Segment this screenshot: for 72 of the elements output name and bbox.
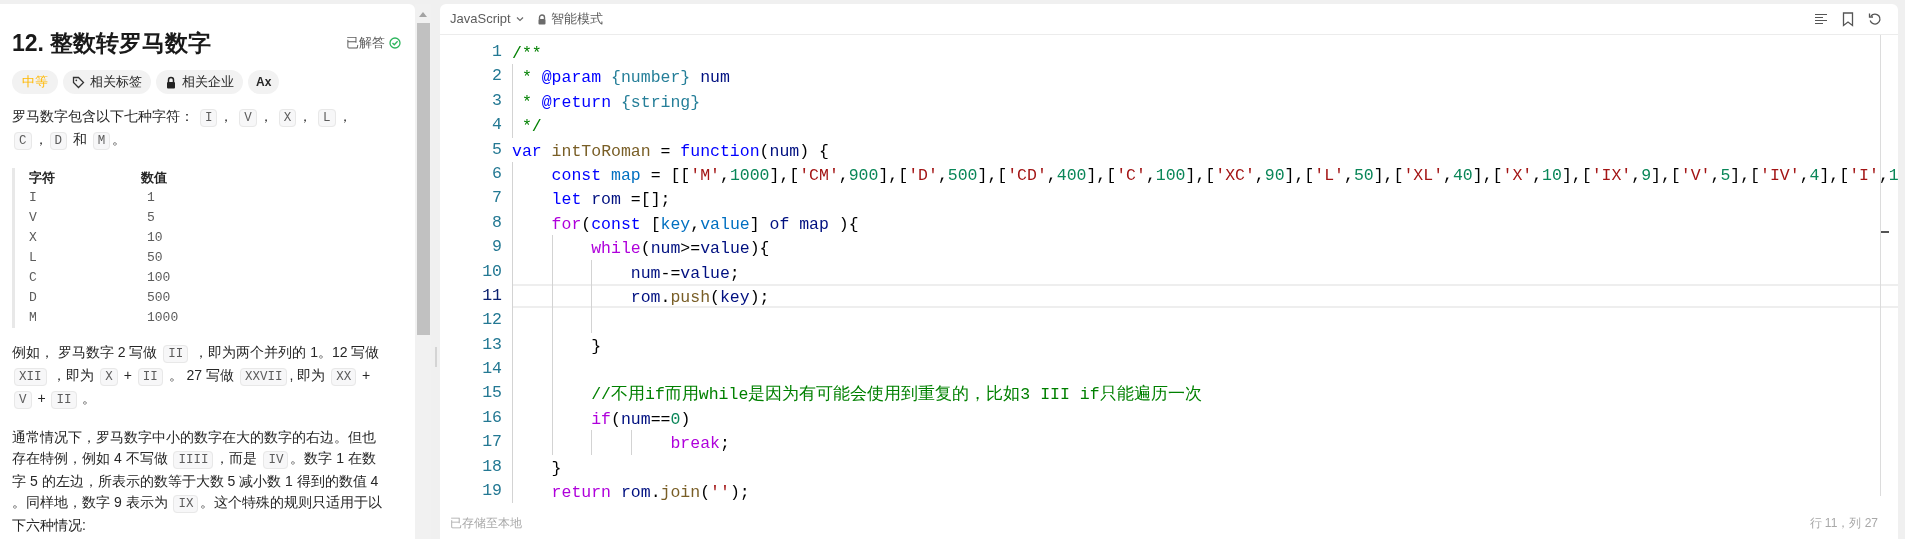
line-number: 2 bbox=[491, 65, 502, 88]
code-line: const map = [['M',1000],['CM',900],['D',500],['CD',400],['C',100],['XC',90],['L',50],['XL',40],['X',10],['IX',9],['V',5],['IV',4],['I',1 bbox=[550, 165, 1898, 185]
code-line: //不用if而用while是因为有可能会使用到重复的，比如3 III if只能遍历一次 bbox=[590, 385, 1202, 405]
line-number: 3 bbox=[491, 89, 502, 112]
line-number: 18 bbox=[481, 455, 502, 478]
problem-title: 12. 整数转罗马数字 bbox=[12, 29, 212, 58]
mode-label: 智能模式 bbox=[550, 10, 603, 29]
description-paragraph: 例如， 罗马数字 2 写做 II ，即为两个并列的 1。12 写做 XII ，即为 X + II 。 27 写做 XXVII , 即为 XX + V + II 。 bbox=[12, 343, 381, 411]
line-number: 8 bbox=[491, 211, 502, 234]
companies-button[interactable]: 相关企业 bbox=[156, 70, 243, 94]
table-cell-text: 500 bbox=[147, 289, 171, 307]
code-line: rom.push(key); bbox=[629, 287, 770, 307]
tag-icon bbox=[72, 75, 85, 89]
table-cell-text: 1 bbox=[147, 189, 155, 207]
code-line: return rom.join(''); bbox=[550, 483, 750, 503]
save-status: 已存储至本地 bbox=[450, 515, 522, 532]
code-line: /** bbox=[512, 44, 542, 63]
line-number: 19 bbox=[481, 480, 502, 503]
table-cell-text: 1000 bbox=[147, 309, 179, 327]
code-line: } bbox=[590, 336, 602, 356]
code-line: var intToRoman = function(num) { bbox=[512, 141, 829, 161]
lock-icon bbox=[165, 75, 177, 89]
line-number: 5 bbox=[491, 138, 502, 161]
description-paragraph: 通常情况下，罗马数字中小的数字在大的数字的右边。但也存在特例，例如 4 不写做 IIII ，而是 IV 。数字 1 在数字 5 的左边，所表示的数等于大数 5 减小数 1 得到的数值 4 。同样地，数字 9 表示为 IX 。这个特殊的规则只适用于以下六种情况: bbox=[12, 428, 384, 535]
table-cell-text: 5 bbox=[147, 209, 155, 227]
line-number: 13 bbox=[481, 333, 502, 356]
code-line: * @param {number} num bbox=[520, 68, 730, 88]
table-cell-text: X bbox=[29, 229, 38, 247]
table-cell-text: I bbox=[29, 189, 38, 207]
scrollbar[interactable] bbox=[1880, 35, 1888, 496]
line-number: 9 bbox=[491, 236, 502, 259]
description-paragraph: 罗马数字包含以下七种字符： I ， V ， X ， L ， C ， D 和 M 。 bbox=[12, 107, 353, 152]
reset-icon[interactable] bbox=[1868, 12, 1882, 26]
table-cell-text: D bbox=[29, 289, 38, 307]
table-cell-text: 50 bbox=[147, 249, 163, 267]
chevron-down-icon bbox=[514, 14, 525, 24]
table-header: 字符 bbox=[29, 169, 56, 187]
code-line: * @return {string} bbox=[520, 92, 701, 112]
line-number: 7 bbox=[491, 187, 502, 210]
cursor-position: 行 11，列 27 bbox=[1809, 515, 1879, 532]
bookmark-icon[interactable] bbox=[1842, 11, 1854, 27]
line-number: 14 bbox=[481, 358, 502, 381]
line-number: 15 bbox=[481, 382, 502, 405]
code-line: */ bbox=[520, 117, 542, 137]
topics-button[interactable]: 相关标签 bbox=[63, 70, 151, 94]
table-cell-text: 10 bbox=[147, 229, 163, 247]
code-line: if(num==0) bbox=[590, 409, 691, 429]
code-line: break; bbox=[669, 434, 730, 454]
line-number: 1 bbox=[491, 41, 502, 63]
solved-status: 已解答 bbox=[346, 34, 385, 53]
lock-icon bbox=[536, 13, 547, 25]
table-header: 数值 bbox=[141, 169, 167, 187]
table-cell-text: C bbox=[29, 269, 38, 287]
code-line: let rom =[]; bbox=[550, 190, 671, 210]
table-cell-text: M bbox=[29, 309, 38, 327]
line-number: 16 bbox=[481, 406, 502, 429]
table-cell-text: L bbox=[29, 249, 38, 267]
table-cell-text: 100 bbox=[147, 269, 171, 287]
line-number: 4 bbox=[491, 114, 502, 137]
language-selector[interactable]: JavaScript bbox=[450, 9, 525, 29]
code-line: num-=value; bbox=[629, 263, 740, 283]
line-number: 17 bbox=[481, 431, 502, 454]
line-number: 10 bbox=[481, 260, 502, 283]
line-number: 6 bbox=[491, 162, 502, 185]
table-cell-text: V bbox=[29, 209, 38, 227]
font-button[interactable]: Ax bbox=[248, 70, 280, 94]
format-icon[interactable] bbox=[1814, 12, 1828, 26]
code-line: while(num>=value){ bbox=[590, 239, 770, 259]
line-number: 12 bbox=[481, 309, 502, 332]
code-line: for(const [key,value] of map ){ bbox=[550, 214, 859, 234]
code-line: } bbox=[550, 458, 562, 478]
line-number: 11 bbox=[481, 284, 502, 307]
